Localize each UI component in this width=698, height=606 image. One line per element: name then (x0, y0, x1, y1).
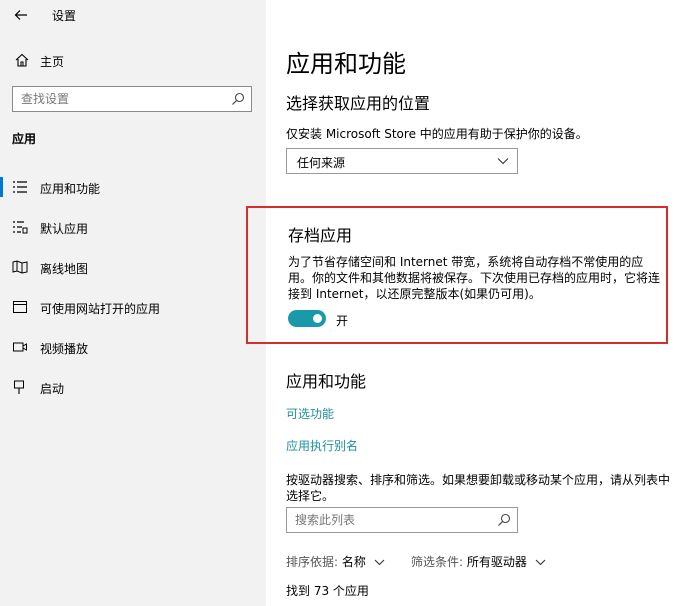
apps-features-heading: 应用和功能 (286, 372, 367, 391)
list-icon (13, 181, 27, 193)
sort-key: 排序依据: (286, 555, 339, 569)
back-arrow-icon (14, 10, 27, 20)
sidebar-item-web-apps[interactable]: 可使用网站打开的应用 (0, 293, 266, 321)
chevron-down-icon (374, 559, 385, 566)
app-source-dropdown[interactable]: 任何来源 (286, 148, 518, 174)
sidebar-item-label: 应用和功能 (40, 182, 101, 196)
home-icon (15, 53, 29, 67)
archive-apps-highlight: 存档应用 为了节省存储空间和 Internet 带宽，系统将自动存档不常使用的应… (246, 206, 668, 344)
page-title: 应用和功能 (286, 50, 406, 78)
main-panel: 应用和功能 选择获取应用的位置 仅安装 Microsoft Store 中的应用… (246, 0, 698, 606)
sidebar-item-home[interactable]: 主页 (0, 48, 266, 74)
startup-icon (14, 380, 24, 394)
sidebar-item-label: 离线地图 (40, 262, 89, 276)
web-app-icon (13, 301, 27, 313)
search-icon[interactable] (231, 92, 245, 106)
window-title: 设置 (52, 9, 77, 23)
settings-search-input[interactable] (21, 91, 221, 107)
sort-dropdown[interactable]: 排序依据: 名称 (286, 553, 385, 570)
chevron-down-icon (535, 559, 546, 566)
sidebar-item-startup[interactable]: 启动 (0, 373, 266, 401)
sidebar-item-label: 视频播放 (40, 342, 89, 356)
settings-search-box[interactable] (12, 86, 252, 112)
archive-description: 为了节省存储空间和 Internet 带宽，系统将自动存档不常使用的应用。你的文… (288, 255, 661, 301)
sidebar-item-label: 主页 (40, 55, 65, 69)
chevron-down-icon (497, 158, 509, 165)
sidebar-item-label: 启动 (40, 382, 65, 396)
back-button[interactable] (10, 4, 32, 26)
apps-description: 按驱动器搜索、排序和筛选。如果想要卸载或移动某个应用，请从列表中选择它。 (286, 473, 671, 503)
section-heading: 应用 (12, 132, 37, 146)
archive-heading: 存档应用 (288, 226, 353, 245)
default-apps-icon (13, 221, 28, 234)
app-list-search-box[interactable] (286, 507, 518, 533)
apps-count: 找到 73 个应用 (286, 584, 369, 598)
dropdown-value: 任何来源 (297, 156, 346, 170)
sidebar-item-label: 可使用网站打开的应用 (40, 302, 161, 316)
sidebar-item-label: 默认应用 (40, 222, 89, 236)
filter-value: 所有驱动器 (466, 555, 527, 569)
map-icon (12, 260, 28, 274)
video-icon (13, 342, 27, 352)
filter-dropdown[interactable]: 筛选条件: 所有驱动器 (411, 553, 546, 570)
app-list-search-input[interactable] (295, 512, 485, 528)
sort-value: 名称 (341, 555, 366, 569)
sidebar-item-offline-maps[interactable]: 离线地图 (0, 253, 266, 281)
sidebar-item-video-playback[interactable]: 视频播放 (0, 333, 266, 361)
archive-toggle[interactable] (288, 310, 326, 327)
app-execution-aliases-link[interactable]: 应用执行别名 (286, 437, 358, 454)
sidebar-item-apps-features[interactable]: 应用和功能 (0, 173, 266, 201)
location-heading: 选择获取应用的位置 (286, 94, 431, 113)
optional-features-link[interactable]: 可选功能 (286, 405, 334, 422)
filter-key: 筛选条件: (411, 555, 464, 569)
location-description: 仅安装 Microsoft Store 中的应用有助于保护你的设备。 (286, 127, 588, 141)
sidebar-item-default-apps[interactable]: 默认应用 (0, 213, 266, 241)
sidebar: 设置 主页 应用 应用和功能 默认应用 离线地图 (0, 0, 266, 606)
archive-toggle-label: 开 (336, 314, 349, 328)
title-bar: 设置 (0, 0, 266, 30)
search-icon[interactable] (497, 513, 511, 527)
